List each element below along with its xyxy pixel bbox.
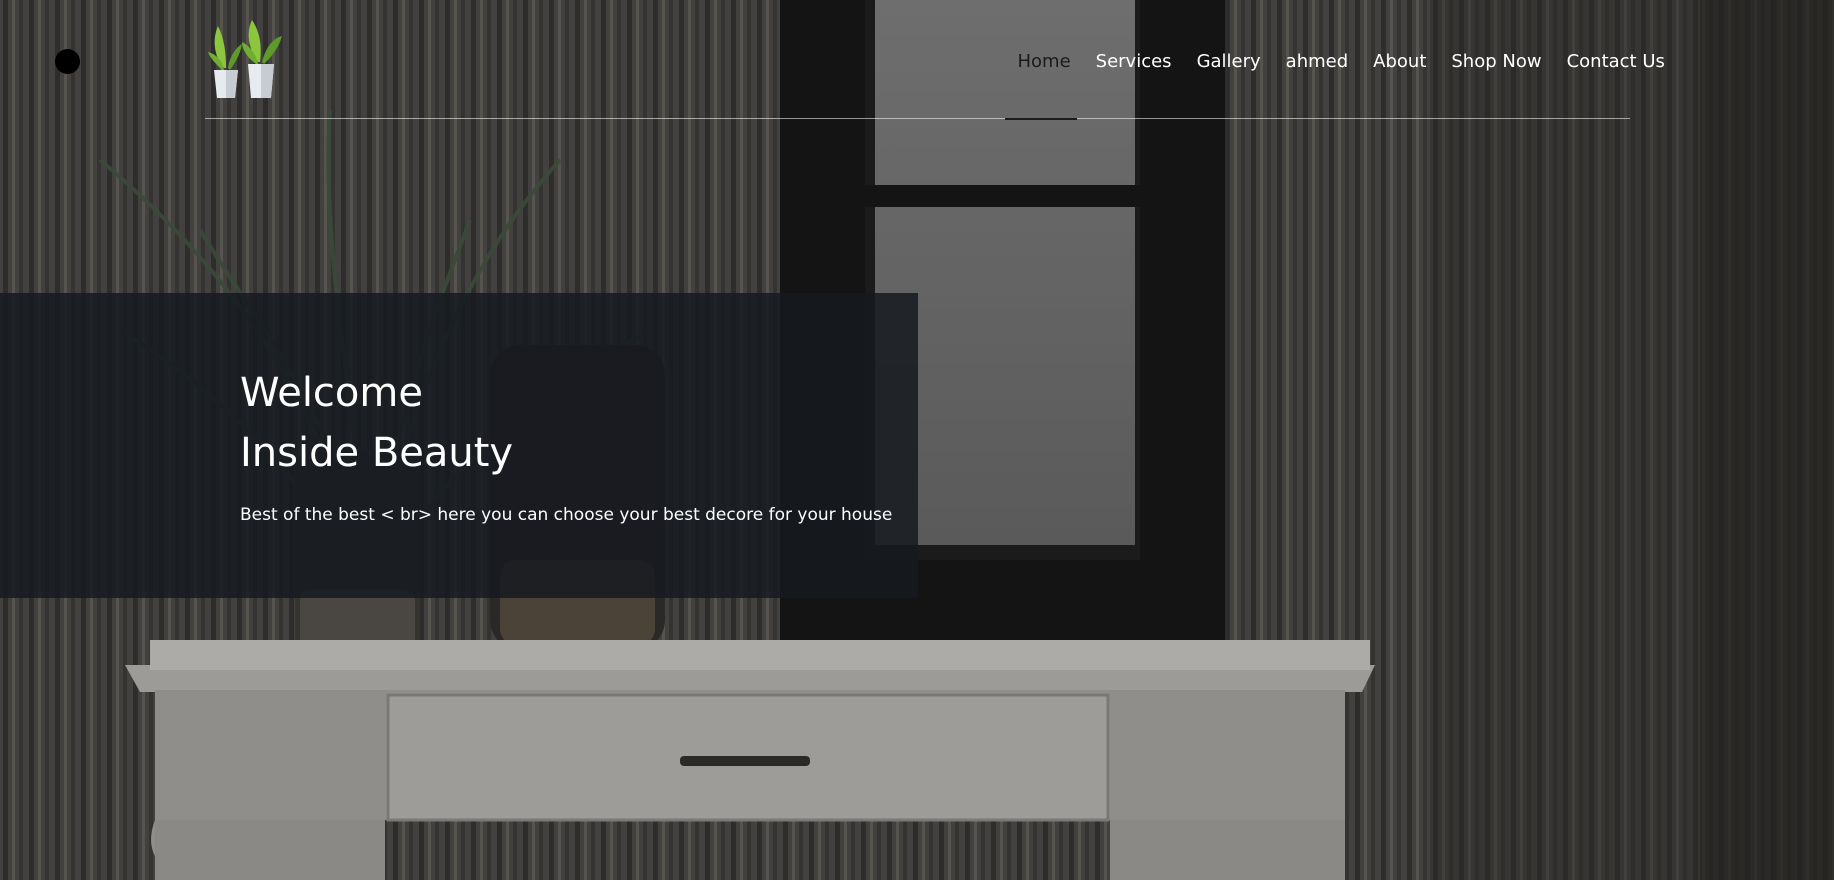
hero-title-line1: Welcome <box>240 370 423 416</box>
nav-contact-us[interactable]: Contact Us <box>1554 51 1677 72</box>
nav-gallery[interactable]: Gallery <box>1184 51 1273 72</box>
main-nav: Home Services Gallery ahmed About Shop N… <box>1005 46 1677 76</box>
nav-shop-now[interactable]: Shop Now <box>1439 51 1554 72</box>
active-nav-indicator <box>1005 118 1077 120</box>
nav-services[interactable]: Services <box>1083 51 1184 72</box>
nav-ahmed[interactable]: ahmed <box>1273 51 1360 72</box>
hero-panel: Welcome Inside Beauty Best of the best <… <box>0 293 918 598</box>
nav-about[interactable]: About <box>1361 51 1439 72</box>
nav-home[interactable]: Home <box>1005 51 1083 72</box>
menu-dot-icon[interactable] <box>55 49 80 74</box>
hero-title: Welcome Inside Beauty <box>240 363 513 483</box>
potted-plants-logo[interactable] <box>208 18 284 100</box>
hero-subtitle: Best of the best < br> here you can choo… <box>240 505 893 525</box>
hero-title-line2: Inside Beauty <box>240 430 514 476</box>
nav-divider <box>205 118 1630 119</box>
